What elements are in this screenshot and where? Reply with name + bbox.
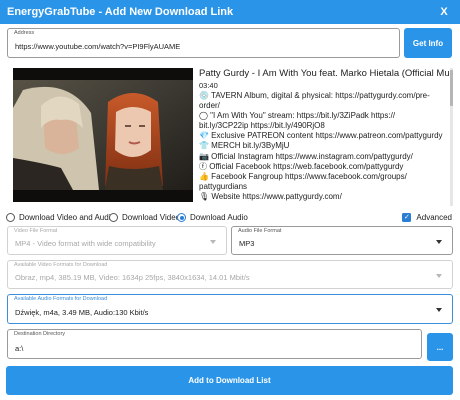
description-line: 📷 Official Instagram https://www.instagr… xyxy=(199,151,413,161)
video-title: Patty Gurdy - I Am With You feat. Marko … xyxy=(199,68,450,79)
video-duration: 03:40 xyxy=(199,81,218,90)
radio-button[interactable] xyxy=(177,213,186,222)
radio-button[interactable] xyxy=(6,213,15,222)
video-formats-label: Available Video Formats for Download xyxy=(14,262,108,268)
video-formats-select[interactable]: Available Video Formats for Download Obr… xyxy=(7,260,453,289)
description-line: 🎙 Website https://www.pattygurdy.com/ xyxy=(199,191,342,201)
close-icon[interactable]: X xyxy=(436,4,452,20)
destination-input[interactable]: a:\ xyxy=(15,344,23,353)
description-line: ⓕ Official Facebook https://web.facebook… xyxy=(199,161,404,171)
audio-formats-label: Available Audio Formats for Download xyxy=(14,296,108,302)
radio-video-and-audio[interactable]: Download Video and Audio xyxy=(6,213,115,222)
scrollbar-thumb[interactable] xyxy=(450,70,453,106)
video-thumbnail xyxy=(13,68,193,202)
description-line: 💿 TAVERN Album, digital & physical: http… xyxy=(199,91,430,100)
video-info-panel: Patty Gurdy - I Am With You feat. Marko … xyxy=(199,68,450,206)
download-options: Download Video and Audio Download Video … xyxy=(6,211,454,225)
audio-format-value: MP3 xyxy=(239,239,255,248)
destination-label: Destination Directory xyxy=(14,331,66,337)
video-format-label: Video File Format xyxy=(14,228,58,234)
browse-button[interactable]: ... xyxy=(427,333,453,361)
title-bar: EnergyGrabTube - Add New Download Link X xyxy=(0,0,460,24)
description-line: 👕 MERCH bit.ly/3ByMjU xyxy=(199,141,290,151)
checkmark-icon[interactable]: ✓ xyxy=(402,213,412,222)
chevron-down-icon xyxy=(436,274,442,278)
audio-formats-value: Dźwięk, m4a, 3.49 MB, Audio:130 Kbit/s xyxy=(15,308,149,317)
radio-label: Download Video and Audio xyxy=(19,213,115,222)
radio-video[interactable]: Download Video xyxy=(109,213,180,222)
radio-button[interactable] xyxy=(109,213,118,222)
advanced-checkbox[interactable]: ✓ Advanced xyxy=(402,213,452,222)
get-info-button[interactable]: Get Info xyxy=(404,28,452,58)
radio-label: Download Audio xyxy=(190,213,248,222)
audio-format-label: Audio File Format xyxy=(238,228,282,234)
radio-label: Download Video xyxy=(122,213,181,222)
description-line: 👍 Facebook Fangroup https://www.facebook… xyxy=(199,171,407,181)
description-line: bit.ly/3CP22ip https://bit.ly/490RjO8 xyxy=(199,121,325,131)
chevron-down-icon xyxy=(210,240,216,244)
description-line: ◯ "I Am With You" stream: https://bit.ly… xyxy=(199,111,396,121)
audio-format-select[interactable]: Audio File Format MP3 xyxy=(231,226,453,255)
description-line: pattygurdians xyxy=(199,181,248,191)
add-to-download-list-button[interactable]: Add to Download List xyxy=(6,366,453,395)
destination-field[interactable]: Destination Directory a:\ xyxy=(7,329,422,359)
video-format-select[interactable]: Video File Format MP4 - Video format wit… xyxy=(7,226,227,255)
address-input[interactable]: https://www.youtube.com/watch?v=PI9FlyAU… xyxy=(15,42,180,51)
chevron-down-icon xyxy=(436,308,442,312)
description-scrollbar[interactable] xyxy=(450,68,453,206)
advanced-label: Advanced xyxy=(416,213,452,222)
video-thumbnail-image xyxy=(13,68,193,202)
description-line: 💎 Exclusive PATREON content https://www.… xyxy=(199,131,443,141)
video-format-value: MP4 - Video format with wide compatibili… xyxy=(15,239,156,248)
video-formats-value: Obraz, mp4, 385.19 MB, Video: 1634p 25fp… xyxy=(15,273,250,282)
window-title: EnergyGrabTube - Add New Download Link xyxy=(7,6,234,18)
address-field[interactable]: Address https://www.youtube.com/watch?v=… xyxy=(7,28,400,58)
audio-formats-select[interactable]: Available Audio Formats for Download Dźw… xyxy=(7,294,453,324)
video-description: 💿 TAVERN Album, digital & physical: http… xyxy=(199,91,450,202)
description-line: order/ xyxy=(199,101,220,111)
radio-audio[interactable]: Download Audio xyxy=(177,213,248,222)
chevron-down-icon xyxy=(436,240,442,244)
address-label: Address xyxy=(14,30,35,36)
